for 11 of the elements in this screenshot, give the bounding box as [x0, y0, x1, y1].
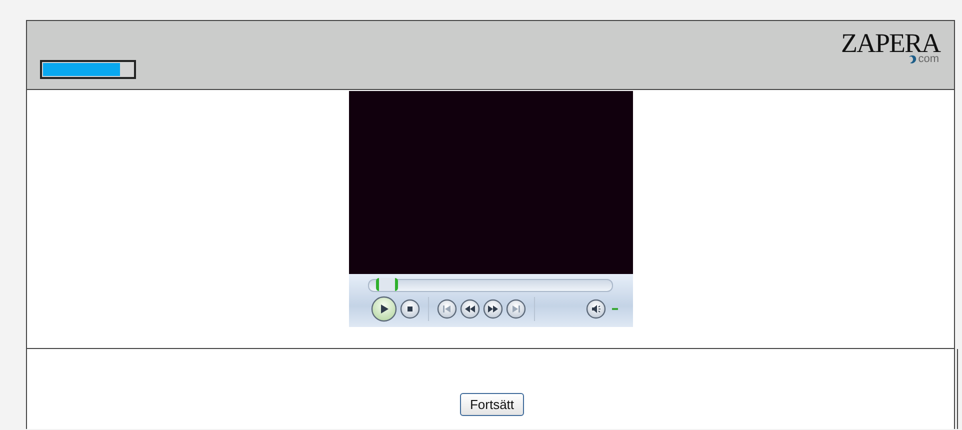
stop-icon[interactable] [400, 299, 420, 319]
previous-icon[interactable] [436, 299, 456, 319]
play-icon[interactable] [370, 296, 396, 322]
next-icon[interactable] [506, 299, 526, 319]
seek-slider[interactable] [368, 279, 612, 292]
fast-forward-icon[interactable] [482, 299, 502, 319]
continue-button[interactable]: Fortsätt [460, 393, 524, 416]
rewind-icon[interactable] [460, 299, 480, 319]
swirl-icon [908, 54, 918, 64]
seek-thumb[interactable] [376, 278, 398, 291]
speaker-icon[interactable] [586, 299, 606, 319]
